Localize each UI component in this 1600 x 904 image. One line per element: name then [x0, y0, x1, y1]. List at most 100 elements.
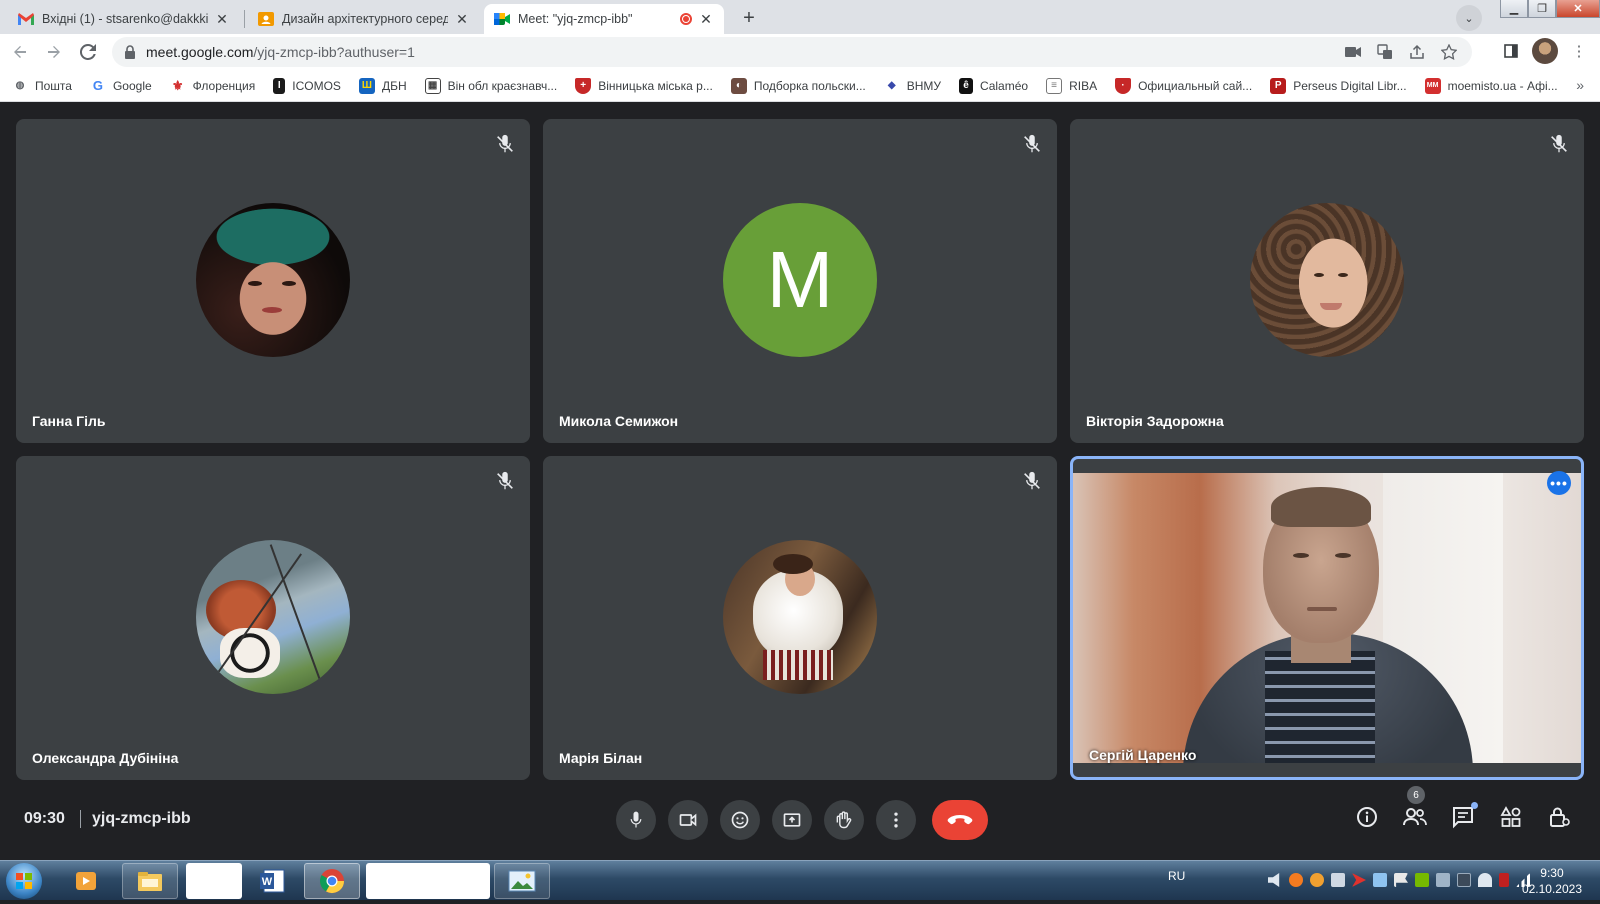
close-window-button[interactable]: ✕	[1556, 0, 1600, 18]
raise-hand-button[interactable]	[824, 800, 864, 840]
kebab-icon	[894, 812, 898, 828]
wireless-icon[interactable]	[1478, 873, 1492, 887]
chrome-taskbar-icon[interactable]	[304, 863, 360, 899]
tab-title: Вхідні (1) - stsarenko@dakkkim.e	[42, 12, 208, 26]
explorer-taskbar-icon[interactable]	[122, 863, 178, 899]
windows-taskbar: W RU 9:30 02.10.2023	[0, 860, 1600, 900]
battery-icon[interactable]	[1499, 873, 1509, 887]
leave-call-button[interactable]	[932, 800, 988, 840]
svg-text:W: W	[262, 876, 273, 888]
avast-icon[interactable]	[1289, 873, 1303, 887]
reactions-button[interactable]	[720, 800, 760, 840]
participant-avatar	[196, 203, 350, 357]
participant-tile[interactable]: Ганна Гіль	[16, 119, 530, 443]
meeting-time: 09:30	[24, 810, 65, 827]
back-button[interactable]	[6, 38, 34, 66]
people-button[interactable]: 6	[1402, 786, 1428, 830]
bookmark-item[interactable]: ▦ Він обл краєзнавч...	[424, 77, 557, 94]
system-clock[interactable]: 9:30 02.10.2023	[1522, 865, 1582, 897]
perseus-icon: P	[1270, 77, 1287, 94]
bookmark-item[interactable]: ≡ RIBA	[1046, 77, 1097, 94]
bookmark-item[interactable]: + Вінницька міська р...	[575, 77, 713, 94]
mic-off-icon	[1024, 471, 1040, 490]
bookmark-item[interactable]: · Официальный сай...	[1115, 77, 1252, 94]
address-bar[interactable]: meet.google.com/yjq-zmcp-ibb?authuser=1	[112, 37, 1472, 67]
participant-tile[interactable]: M Микола Семижон	[543, 119, 1057, 443]
clock-date: 02.10.2023	[1521, 882, 1582, 896]
bookmark-item[interactable]: ◐ Подборка польски...	[730, 77, 866, 94]
close-tab-icon[interactable]: ✕	[214, 11, 230, 27]
device-tray-icon[interactable]	[1436, 873, 1450, 887]
participant-tile[interactable]: Вікторія Задорожна	[1070, 119, 1584, 443]
tab-gmail[interactable]: Вхідні (1) - stsarenko@dakkkim.e ✕	[8, 4, 240, 34]
bookmark-item[interactable]: P Perseus Digital Libr...	[1270, 77, 1407, 94]
activities-button[interactable]	[1498, 804, 1524, 830]
new-tab-button[interactable]: +	[736, 5, 762, 31]
monitor-tray-icon[interactable]	[1331, 873, 1345, 887]
bookmark-item[interactable]: ê Calaméo	[959, 77, 1028, 94]
tab-meet[interactable]: Meet: "yjq-zmcp-ibb" ✕	[484, 4, 724, 34]
volume-icon[interactable]	[1268, 873, 1280, 887]
present-screen-button[interactable]	[772, 800, 812, 840]
gear-tray-icon[interactable]	[1310, 873, 1324, 887]
participant-tile[interactable]: Марія Білан	[543, 456, 1057, 780]
picture-viewer-taskbar-icon[interactable]	[494, 863, 550, 899]
participant-name: Микола Семижон	[559, 413, 679, 429]
divider	[80, 810, 81, 828]
side-panel-icon[interactable]	[1498, 38, 1524, 64]
meeting-details-button[interactable]	[1354, 804, 1380, 830]
close-tab-icon[interactable]: ✕	[454, 11, 470, 27]
network-share-icon[interactable]	[1373, 873, 1387, 887]
bookmark-item[interactable]: Ш ДБН	[358, 77, 407, 94]
window-controls: ▁ ❐ ✕	[1500, 0, 1600, 20]
kebab-menu-icon[interactable]: ⋮	[1566, 38, 1592, 64]
camera-button[interactable]	[668, 800, 708, 840]
bookmark-item[interactable]: I ICOMOS	[273, 77, 341, 94]
bookmark-item[interactable]: ◆ ВНМУ	[884, 78, 941, 94]
blank-taskbar-window[interactable]	[366, 863, 490, 899]
start-button[interactable]	[6, 863, 42, 899]
nvidia-icon[interactable]	[1415, 873, 1429, 887]
participant-letter-avatar: M	[723, 203, 877, 357]
minimize-button[interactable]: ▁	[1500, 0, 1528, 18]
microphone-button[interactable]	[616, 800, 656, 840]
tab-search-button[interactable]: ⌄	[1456, 5, 1482, 31]
more-options-button[interactable]	[876, 800, 916, 840]
active-speaker-tile[interactable]: ••• Сергій Царенко	[1070, 456, 1584, 780]
word-taskbar-icon[interactable]: W	[248, 863, 296, 899]
bookmark-item[interactable]: ◍ Пошта	[12, 78, 72, 94]
arrow-tray-icon[interactable]	[1352, 873, 1366, 887]
share-icon[interactable]	[1406, 41, 1428, 63]
flag-icon[interactable]	[1394, 873, 1408, 887]
bookmark-item[interactable]: ⚜ Флоренция	[170, 78, 255, 94]
participant-count-badge: 6	[1407, 786, 1425, 804]
input-language[interactable]: RU	[1168, 869, 1185, 883]
system-tray	[1268, 873, 1530, 887]
display-tray-icon[interactable]	[1457, 873, 1471, 887]
more-bookmarks-icon[interactable]: »	[1576, 77, 1584, 93]
blank-taskbar-window[interactable]	[186, 863, 242, 899]
bookmark-star-icon[interactable]	[1438, 41, 1460, 63]
more-options-icon[interactable]: •••	[1547, 471, 1571, 495]
participant-tile[interactable]: Олександра Дубініна	[16, 456, 530, 780]
chat-button[interactable]	[1450, 802, 1478, 830]
participant-avatar	[1250, 203, 1404, 357]
maximize-button[interactable]: ❐	[1528, 0, 1556, 18]
reload-button[interactable]	[74, 38, 102, 66]
mic-off-icon	[497, 134, 513, 153]
bookmark-item[interactable]: MM moemisto.ua - Афі...	[1424, 77, 1558, 94]
activities-icon	[1500, 806, 1521, 827]
media-player-taskbar-icon[interactable]	[68, 863, 104, 899]
people-icon	[1403, 808, 1427, 826]
bookmark-item[interactable]: G Google	[90, 78, 152, 94]
tab-classroom[interactable]: Дизайн архітектурного середов ✕	[248, 4, 480, 34]
participant-name: Ганна Гіль	[32, 413, 106, 429]
photo-icon: ◐	[730, 77, 747, 94]
profile-avatar[interactable]	[1532, 38, 1558, 64]
host-controls-button[interactable]	[1546, 804, 1572, 830]
translate-icon[interactable]	[1374, 41, 1396, 63]
close-tab-icon[interactable]: ✕	[698, 11, 714, 27]
bookmarks-bar: ◍ Пошта G Google ⚜ Флоренция I ICOMOS Ш ДБН ▦…	[0, 70, 1600, 102]
camera-in-use-icon[interactable]	[1342, 41, 1364, 63]
forward-button[interactable]	[40, 38, 68, 66]
